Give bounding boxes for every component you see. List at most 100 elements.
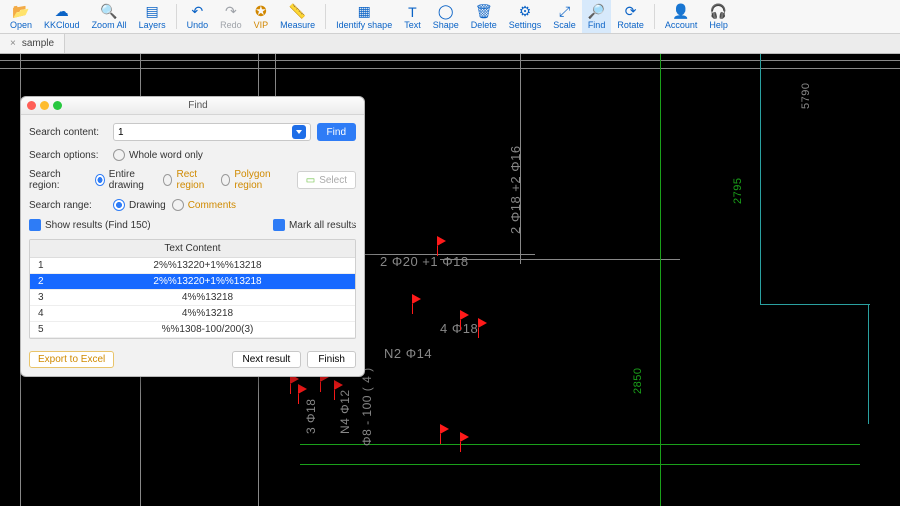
layers-button[interactable]: ▤Layers xyxy=(133,0,172,33)
cad-line xyxy=(0,60,900,61)
shape-button[interactable]: ◯Shape xyxy=(427,0,465,33)
redo-label: Redo xyxy=(220,20,242,30)
table-row[interactable]: 22%%13220+1%%13218 xyxy=(30,274,355,290)
dropdown-arrow-icon[interactable] xyxy=(292,125,306,139)
annot-n2f14: N2 Φ14 xyxy=(384,346,432,361)
zoom-icon: 🔍 xyxy=(100,4,117,20)
search-content-field[interactable] xyxy=(118,127,292,138)
export-excel-button[interactable]: Export to Excel xyxy=(29,351,114,368)
whole-word-radio[interactable]: Whole word only xyxy=(113,149,203,161)
cad-line xyxy=(868,304,869,424)
text-button[interactable]: TText xyxy=(398,0,427,33)
tab-sample[interactable]: × sample xyxy=(0,34,65,53)
find-dialog: Find Search content: Find Search options… xyxy=(20,96,365,377)
cad-line xyxy=(760,54,761,304)
result-flag-icon xyxy=(460,310,469,320)
help-label: Help xyxy=(709,20,728,30)
entire-drawing-radio[interactable]: Entire drawing xyxy=(95,169,157,191)
rotate-button[interactable]: ⟳Rotate xyxy=(611,0,650,33)
dim-5790: 5790 xyxy=(800,83,812,109)
result-flag-icon xyxy=(460,432,469,442)
undo-button[interactable]: ↶Undo xyxy=(181,0,215,33)
identify-icon: ▦ xyxy=(358,4,371,20)
account-label: Account xyxy=(665,20,698,30)
close-window-icon[interactable] xyxy=(27,101,36,110)
cloud-icon: ☁ xyxy=(55,4,69,20)
table-header: Text Content xyxy=(30,240,355,258)
search-content-input[interactable] xyxy=(113,123,311,141)
annot-n4f12: N4 Φ12 xyxy=(338,389,352,434)
result-flag-icon xyxy=(437,236,446,246)
identify-label: Identify shape xyxy=(336,20,392,30)
select-region-button[interactable]: ▭Select xyxy=(297,171,356,189)
finish-button[interactable]: Finish xyxy=(307,351,356,368)
dialog-titlebar[interactable]: Find xyxy=(21,97,364,115)
undo-icon: ↶ xyxy=(191,4,203,20)
separator xyxy=(176,4,177,29)
result-flag-icon xyxy=(412,294,421,304)
search-range-label: Search range: xyxy=(29,200,107,211)
tab-label: sample xyxy=(22,38,54,49)
redo-button[interactable]: ↷Redo xyxy=(214,0,248,33)
scale-icon: ⤢ xyxy=(559,4,570,20)
settings-button[interactable]: ⚙Settings xyxy=(503,0,548,33)
result-flag-icon xyxy=(478,318,487,328)
search-region-label: Search region: xyxy=(29,169,89,191)
zoomall-button[interactable]: 🔍Zoom All xyxy=(86,0,133,33)
help-button[interactable]: 🎧Help xyxy=(703,0,734,33)
measure-button[interactable]: 📏Measure xyxy=(274,0,321,33)
ruler-icon: 📏 xyxy=(289,4,306,20)
shape-label: Shape xyxy=(433,20,459,30)
rotate-icon: ⟳ xyxy=(625,4,637,20)
find-label: Find xyxy=(588,20,606,30)
text-icon: T xyxy=(408,4,417,20)
result-flag-icon xyxy=(334,380,343,390)
table-row[interactable]: 5%%1308-100/200(3) xyxy=(30,322,355,338)
table-row[interactable]: 12%%13220+1%%13218 xyxy=(30,258,355,274)
show-results-checkbox[interactable]: Show results (Find 150) xyxy=(29,219,150,231)
gear-icon: ⚙ xyxy=(519,4,532,20)
comments-range-radio[interactable]: Comments xyxy=(172,199,236,211)
shape-icon: ◯ xyxy=(438,4,454,20)
result-flag-icon xyxy=(298,384,307,394)
mark-all-checkbox[interactable]: Mark all results xyxy=(273,219,356,231)
vip-button[interactable]: ✪VIP xyxy=(248,0,275,33)
result-flag-icon xyxy=(440,424,449,434)
measure-label: Measure xyxy=(280,20,315,30)
zoomall-label: Zoom All xyxy=(92,20,127,30)
find-action-button[interactable]: Find xyxy=(317,123,356,141)
results-table: Text Content 12%%13220+1%%13218 22%%1322… xyxy=(29,239,356,339)
close-icon[interactable]: × xyxy=(10,38,16,49)
annot-2f18-2f16: 2 Φ18 +2 Φ16 xyxy=(508,145,523,234)
table-row[interactable]: 34%%13218 xyxy=(30,290,355,306)
open-button[interactable]: 📂Open xyxy=(4,0,38,33)
folder-icon: 📂 xyxy=(12,4,29,20)
cad-line xyxy=(660,54,661,506)
table-row[interactable]: 44%%13218 xyxy=(30,306,355,322)
trash-icon: 🗑 xyxy=(475,4,493,20)
cad-line xyxy=(300,464,860,465)
user-icon: 👤 xyxy=(672,4,689,20)
cad-line xyxy=(300,444,860,445)
kkcloud-button[interactable]: ☁KKCloud xyxy=(38,0,86,33)
scale-button[interactable]: ⤢Scale xyxy=(547,0,582,33)
redo-icon: ↷ xyxy=(225,4,237,20)
find-button[interactable]: 🔎Find xyxy=(582,0,612,33)
vip-label: VIP xyxy=(254,20,269,30)
select-icon: ▭ xyxy=(306,175,315,186)
annot-f8: Φ8 - 100 ( 4 ) xyxy=(360,367,374,446)
separator xyxy=(654,4,655,29)
rect-region-radio[interactable]: Rect region xyxy=(163,169,215,191)
separator xyxy=(325,4,326,29)
drawing-range-radio[interactable]: Drawing xyxy=(113,199,166,211)
account-button[interactable]: 👤Account xyxy=(659,0,704,33)
settings-label: Settings xyxy=(509,20,542,30)
cad-line xyxy=(0,68,900,69)
headset-icon: 🎧 xyxy=(710,4,727,20)
polygon-region-radio[interactable]: Polygon region xyxy=(221,169,285,191)
identify-button[interactable]: ▦Identify shape xyxy=(330,0,398,33)
cad-line xyxy=(760,304,870,305)
delete-button[interactable]: 🗑Delete xyxy=(465,0,503,33)
next-result-button[interactable]: Next result xyxy=(232,351,302,368)
cad-line xyxy=(440,259,680,260)
